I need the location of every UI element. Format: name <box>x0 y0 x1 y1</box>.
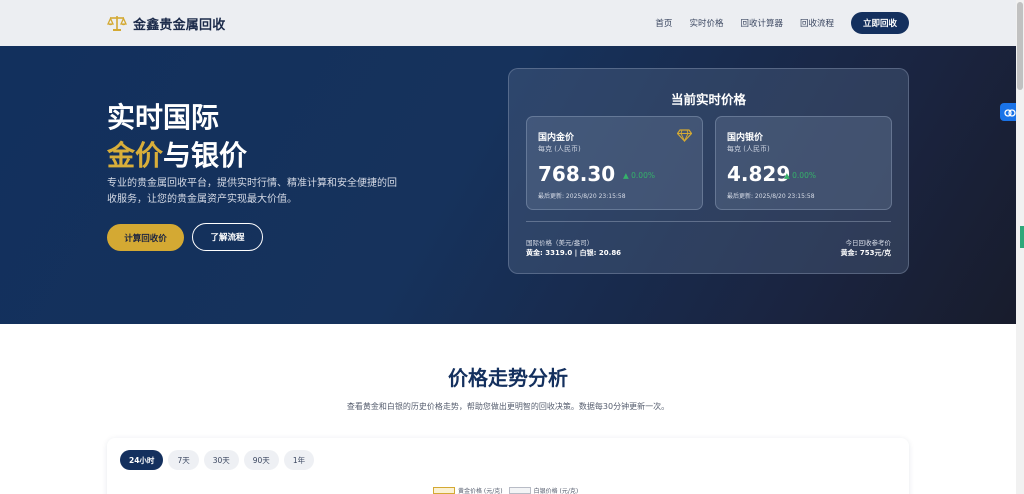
reference-price-value: 黄金: 753元/克 <box>840 249 891 257</box>
nav-realtime-price[interactable]: 实时价格 <box>689 17 723 29</box>
gold-card-unit: 每克 (人民币) <box>538 145 581 153</box>
nav-calculator[interactable]: 回收计算器 <box>740 17 783 29</box>
legend-silver[interactable]: 白银价格 (元/克) <box>508 486 579 494</box>
chart-legend: 黄金价格 (元/克) 白银价格 (元/克) <box>433 486 578 494</box>
nav-process[interactable]: 回收流程 <box>800 17 834 29</box>
silver-price-value: 4.829 <box>727 162 791 186</box>
silver-card-unit: 每克 (人民币) <box>727 145 770 153</box>
legend-gold-swatch <box>433 487 455 494</box>
scrollbar-thumb[interactable] <box>1017 2 1023 90</box>
tab-30d[interactable]: 30天 <box>203 450 239 470</box>
legend-silver-label: 白银价格 (元/克) <box>533 488 579 494</box>
silver-price-card: 国内银价 每克 (人民币) 4.829 ▲ 0.00% 最后更新: 2025/8… <box>715 116 892 210</box>
gold-price-card: 国内金价 每克 (人民币) 768.30 ▲ 0.00% 最后更新: 2025/… <box>526 116 703 210</box>
hero-description: 专业的贵金属回收平台，提供实时行情、精准计算和安全便捷的回收服务，让您的贵金属资… <box>107 178 397 205</box>
tab-1y[interactable]: 1年 <box>283 450 315 470</box>
gold-last-updated: 最后更新: 2025/8/20 23:15:58 <box>538 193 626 200</box>
silver-card-name: 国内银价 <box>727 133 764 143</box>
scrollbar-marker <box>1020 226 1024 248</box>
gold-price-value: 768.30 <box>538 162 616 186</box>
gold-price-change: ▲ 0.00% <box>623 171 655 180</box>
learn-process-button[interactable]: 了解流程 <box>192 223 263 251</box>
silver-last-updated: 最后更新: 2025/8/20 23:15:58 <box>727 193 815 200</box>
legend-gold[interactable]: 黄金价格 (元/克) <box>433 486 503 494</box>
intl-price-value: 黄金: 3319.0 | 白银: 20.86 <box>526 249 622 257</box>
realtime-price-panel: 当前实时价格 国内金价 每克 (人民币) 768.30 ▲ 0.00% 最后更新… <box>508 68 909 274</box>
brand-logo[interactable]: 金鑫贵金属回收 <box>107 13 225 33</box>
intl-price-label: 国际价格（美元/盎司） <box>526 239 594 247</box>
trend-section-description: 查看黄金和白银的历史价格走势，帮助您做出更明智的回收决策。数据每30分钟更新一次… <box>346 402 670 411</box>
range-tabs: 24小时 7天 30天 90天 1年 <box>120 450 315 470</box>
trend-chart-card: 24小时 7天 30天 90天 1年 黄金价格 (元/克) 白银价格 (元/克) <box>107 438 909 494</box>
tab-90d[interactable]: 90天 <box>243 450 279 470</box>
calculate-price-button[interactable]: 计算回收价 <box>107 224 184 251</box>
hero-title-rest: 与银价 <box>163 139 248 172</box>
hero-title-line1: 实时国际 <box>107 101 220 134</box>
diamond-icon <box>677 129 692 142</box>
legend-silver-swatch <box>508 487 531 494</box>
hero-title-line2: 金价与银价 <box>107 134 247 174</box>
main-nav: 首页 实时价格 回收计算器 回收流程 立即回收 <box>638 12 909 34</box>
tab-7d[interactable]: 7天 <box>168 450 199 470</box>
panel-title: 当前实时价格 <box>670 92 746 107</box>
tab-24h[interactable]: 24小时 <box>120 450 164 470</box>
cloud-icon <box>1004 108 1016 117</box>
hero-section: 实时国际 金价与银价 专业的贵金属回收平台，提供实时行情、精准计算和安全便捷的回… <box>0 46 1016 324</box>
brand-name: 金鑫贵金属回收 <box>133 17 226 33</box>
nav-home[interactable]: 首页 <box>655 17 672 29</box>
trend-section-title: 价格走势分析 <box>448 366 568 390</box>
top-navbar: 金鑫贵金属回收 首页 实时价格 回收计算器 回收流程 立即回收 <box>0 0 1016 46</box>
silver-price-change: ▲ 0.00% <box>784 171 816 180</box>
balance-scale-icon <box>107 16 127 31</box>
hero-title-gold: 金价 <box>107 139 164 172</box>
panel-divider <box>526 221 891 222</box>
legend-gold-label: 黄金价格 (元/克) <box>458 488 503 494</box>
page-scrollbar[interactable] <box>1016 0 1024 494</box>
gold-card-name: 国内金价 <box>538 133 575 143</box>
recycle-now-button[interactable]: 立即回收 <box>850 12 909 34</box>
reference-price-label: 今日回收参考价 <box>845 239 892 247</box>
